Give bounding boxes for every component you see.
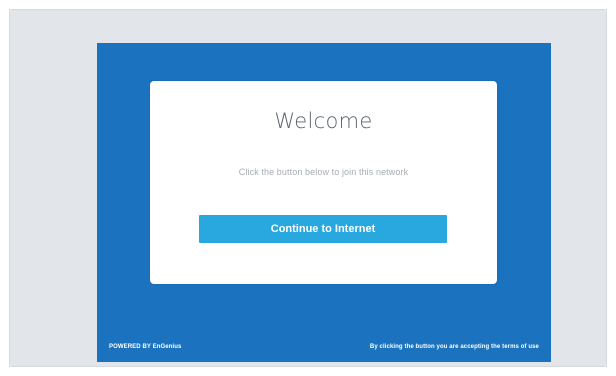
- welcome-card: Welcome Click the button below to join t…: [150, 81, 497, 284]
- terms-of-use-note: By clicking the button you are accepting…: [369, 344, 539, 350]
- powered-by-label: POWERED BY EnGenius: [109, 344, 182, 350]
- captive-portal-page: Welcome Click the button below to join t…: [97, 43, 551, 362]
- welcome-subtitle: Click the button below to join this netw…: [238, 167, 409, 177]
- continue-to-internet-button[interactable]: Continue to Internet: [199, 215, 447, 243]
- welcome-title: Welcome: [274, 109, 373, 133]
- preview-frame: Welcome Click the button below to join t…: [9, 9, 607, 367]
